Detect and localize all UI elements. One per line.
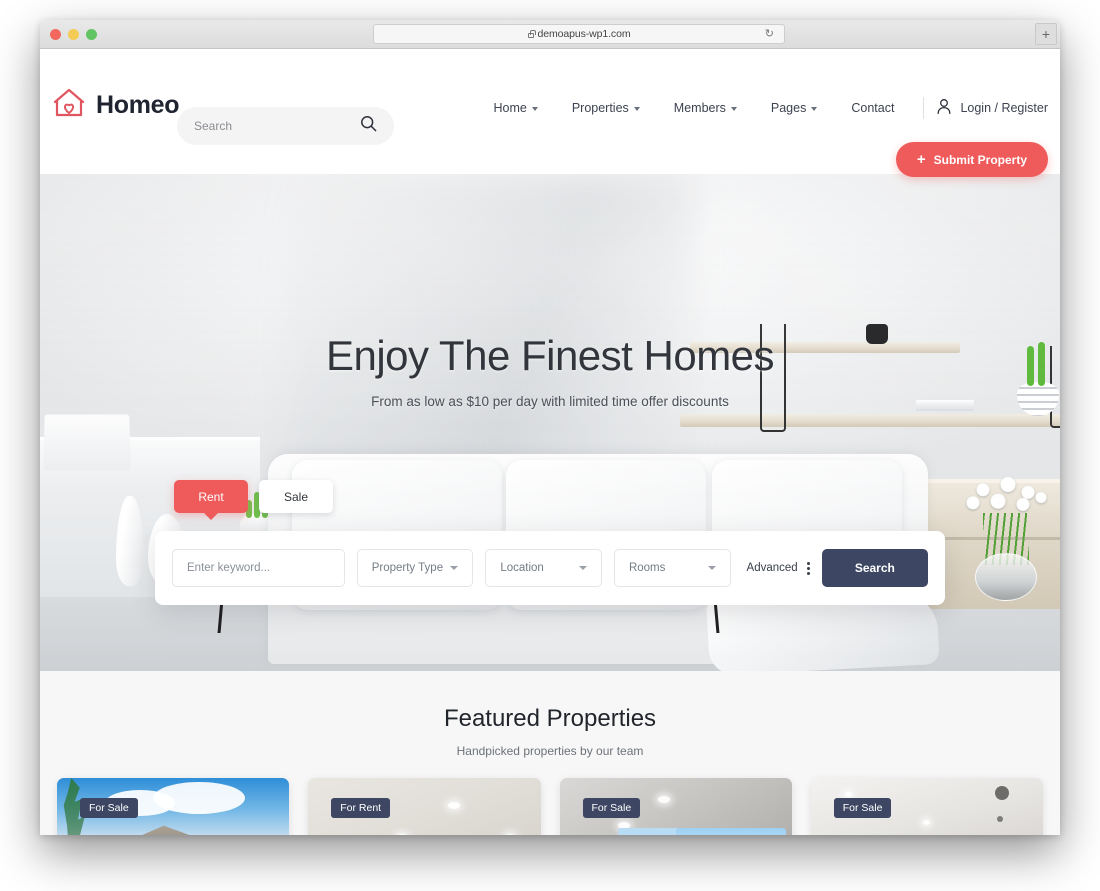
reload-icon[interactable]: ↻ (765, 28, 774, 40)
url-text: demoapus-wp1.com (537, 28, 631, 40)
house-heart-logo-icon (52, 87, 86, 124)
nav-item-properties[interactable]: Properties (555, 101, 657, 115)
property-card[interactable]: For Sale (559, 778, 792, 835)
browser-window: demoapus-wp1.com ↻ + Homeo Search Home P… (40, 20, 1060, 835)
nav-item-members[interactable]: Members (657, 101, 754, 115)
login-register-label: Login / Register (960, 101, 1048, 115)
maximize-window-button[interactable] (86, 28, 97, 40)
submit-property-label: Submit Property (933, 152, 1027, 167)
lock-icon (527, 30, 536, 38)
plus-icon: + (916, 151, 926, 168)
featured-subtitle: Handpicked properties by our team (456, 744, 644, 758)
chevron-down-icon (531, 106, 538, 111)
chevron-down-icon (450, 566, 459, 570)
rooms-label: Rooms (628, 562, 666, 574)
status-badge: For Sale (833, 798, 892, 818)
property-card[interactable]: For Sale (810, 778, 1043, 835)
nav-label: Properties (571, 101, 629, 115)
new-tab-button[interactable]: + (1035, 23, 1057, 45)
submit-property-button[interactable]: + Submit Property (895, 142, 1048, 177)
property-type-select[interactable]: Property Type (356, 549, 474, 587)
nav-label: Members (673, 101, 726, 115)
address-bar[interactable]: demoapus-wp1.com ↻ (373, 24, 785, 44)
advanced-label: Advanced (746, 562, 798, 574)
nav-label: Home (493, 101, 527, 115)
main-navigation: Home Properties Members Pages Contact Lo… (476, 97, 1048, 119)
featured-title: Featured Properties (443, 705, 657, 732)
header-search-placeholder: Search (194, 119, 233, 133)
kebab-menu-icon[interactable] (806, 561, 810, 575)
chevron-down-icon (811, 106, 818, 111)
header-search-box[interactable]: Search (177, 107, 394, 145)
brand-name: Homeo (96, 91, 180, 119)
status-badge: For Sale (582, 798, 641, 818)
chevron-down-icon (730, 106, 737, 111)
property-card[interactable]: For Sale (57, 778, 290, 835)
close-window-button[interactable] (50, 28, 61, 40)
nav-label: Pages (770, 101, 807, 115)
tab-rent[interactable]: Rent (174, 480, 248, 513)
tab-sale[interactable]: Sale (259, 480, 333, 513)
rooms-select[interactable]: Rooms (613, 549, 731, 587)
nav-item-contact[interactable]: Contact (834, 101, 911, 115)
property-search-form: Enter keyword... Property Type Location … (155, 531, 945, 605)
hero-subtitle: From as low as $10 per day with limited … (371, 394, 729, 409)
keyword-placeholder: Enter keyword... (187, 562, 271, 574)
advanced-search-toggle[interactable]: Advanced (743, 561, 810, 575)
location-label: Location (500, 562, 544, 574)
login-register-link[interactable]: Login / Register (928, 98, 1048, 118)
user-icon (936, 98, 952, 118)
listing-type-tabs: Rent Sale (174, 480, 333, 513)
url-text-wrap: demoapus-wp1.com (527, 28, 631, 40)
chevron-down-icon (633, 106, 640, 111)
status-badge: For Rent (331, 798, 391, 818)
chevron-down-icon (707, 566, 716, 570)
hero-content: Enjoy The Finest Homes From as low as $1… (40, 174, 1060, 409)
browser-titlebar: demoapus-wp1.com ↻ + (40, 20, 1060, 49)
nav-divider (923, 97, 925, 119)
property-card-list: For Sale For Rent For Sale For Sale (40, 778, 1060, 835)
location-select[interactable]: Location (485, 549, 602, 587)
search-icon[interactable] (360, 115, 377, 137)
hero-title: Enjoy The Finest Homes (325, 332, 775, 379)
site-header: Homeo Search Home Properties Members Pag… (40, 49, 1060, 177)
featured-properties-section: Featured Properties Handpicked propertie… (40, 671, 1060, 835)
property-type-label: Property Type (371, 562, 444, 574)
hero-section: Enjoy The Finest Homes From as low as $1… (40, 174, 1060, 671)
nav-item-home[interactable]: Home (476, 101, 554, 115)
chevron-down-icon (578, 566, 587, 570)
page-viewport: Homeo Search Home Properties Members Pag… (40, 49, 1060, 835)
search-submit-button[interactable]: Search (821, 549, 928, 587)
nav-item-pages[interactable]: Pages (754, 101, 834, 115)
property-card[interactable]: For Rent (308, 778, 541, 835)
window-controls[interactable] (50, 28, 97, 40)
brand-logo[interactable]: Homeo (52, 87, 180, 124)
keyword-input[interactable]: Enter keyword... (172, 549, 345, 587)
status-badge: For Sale (80, 798, 138, 818)
minimize-window-button[interactable] (68, 28, 79, 40)
